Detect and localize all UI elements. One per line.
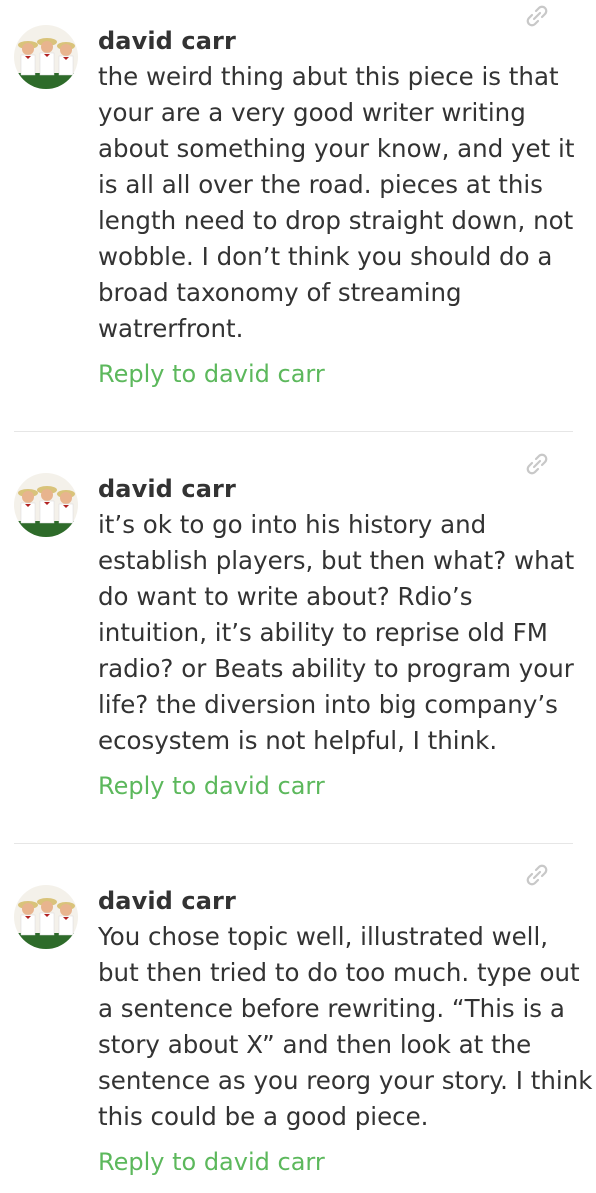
comment-text-line: the weird thing abut this piece is that [98, 62, 559, 91]
comment-text-line: watrerfront. [98, 314, 244, 343]
comment-text-line: your are a very good writer writing [98, 98, 526, 127]
comment-text-line: about something your know, and yet it [98, 134, 575, 163]
comment-text-line: broad taxonomy of streaming [98, 278, 462, 307]
comment-text-line: wobble. I don’t think you should do a [98, 242, 553, 271]
avatar[interactable] [14, 885, 78, 949]
comment-text-line: but then tried to do too much. type out [98, 958, 580, 987]
divider [14, 843, 573, 844]
comment-text-line: story about X” and then look at the [98, 1030, 532, 1059]
comment-text: You chose topic well, illustrated well, … [98, 919, 593, 1135]
avatar-group-photo-icon [14, 473, 78, 537]
avatar-group-photo-icon [14, 25, 78, 89]
comment-text-line: intuition, it’s ability to reprise old F… [98, 618, 548, 647]
comment-text-line: ecosystem is not helpful, I think. [98, 726, 498, 755]
comment-text-line: do want to write about? Rdio’s [98, 582, 473, 611]
comment-author[interactable]: david carr [98, 474, 236, 504]
comment-author[interactable]: david carr [98, 886, 236, 916]
comment-text-line: life? the diversion into big company’s [98, 690, 558, 719]
avatar[interactable] [14, 25, 78, 89]
comment-text-line: this could be a good piece. [98, 1102, 429, 1131]
reply-link[interactable]: Reply to david carr [98, 359, 325, 389]
comment-text-line: is all all over the road. pieces at this [98, 170, 543, 199]
link-icon[interactable] [523, 450, 551, 478]
comment-text: it’s ok to go into his history and estab… [98, 507, 578, 759]
comment-text-line: a sentence before rewriting. “This is a [98, 994, 565, 1023]
comment-author[interactable]: david carr [98, 26, 236, 56]
divider [14, 431, 573, 432]
comment-text-line: radio? or Beats ability to program your [98, 654, 574, 683]
link-icon[interactable] [523, 2, 551, 30]
comment-text-line: length need to drop straight down, not [98, 206, 574, 235]
avatar[interactable] [14, 473, 78, 537]
reply-link[interactable]: Reply to david carr [98, 1147, 325, 1177]
comment-text: the weird thing abut this piece is that … [98, 59, 578, 347]
comment-text-line: sentence as you reorg your story. I thin… [98, 1066, 593, 1095]
link-icon[interactable] [523, 861, 551, 889]
reply-link[interactable]: Reply to david carr [98, 771, 325, 801]
avatar-group-photo-icon [14, 885, 78, 949]
comment-text-line: You chose topic well, illustrated well, [98, 922, 549, 951]
comment-text-line: it’s ok to go into his history and [98, 510, 487, 539]
comment-text-line: establish players, but then what? what [98, 546, 575, 575]
